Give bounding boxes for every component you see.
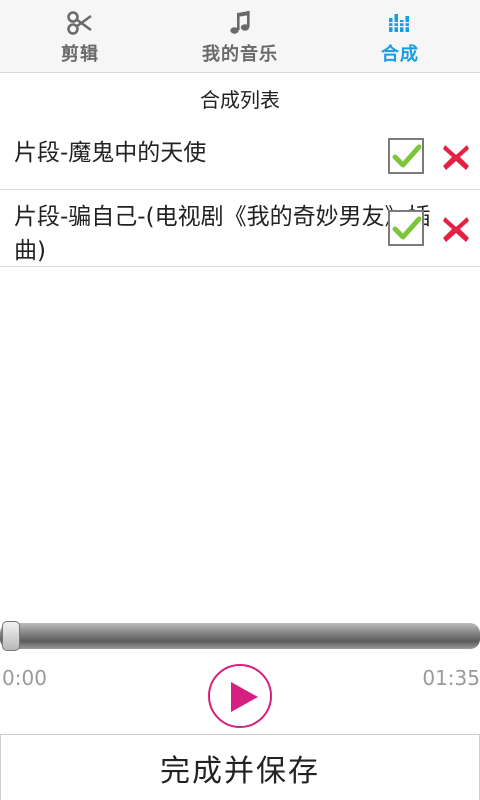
list-title: 合成列表 (200, 88, 280, 112)
top-tab-bar: 剪辑 我的音乐 合成 (0, 0, 480, 73)
compose-list: 片段-魔鬼中的天使 片段-骗自己-(电视剧《我的奇妙男友》插曲) (0, 120, 480, 267)
play-button[interactable] (208, 664, 272, 728)
finish-and-save-button[interactable]: 完成并保存 (0, 734, 480, 800)
check-icon (392, 216, 422, 240)
check-icon (392, 144, 422, 168)
music-note-icon (230, 11, 250, 34)
delete-icon[interactable] (441, 142, 471, 172)
list-item[interactable]: 片段-骗自己-(电视剧《我的奇妙男友》插曲) (0, 190, 480, 267)
current-time: 0:00 (2, 666, 47, 690)
total-time: 01:35 (422, 666, 480, 690)
app-root: 剪辑 我的音乐 合成 合成列表 片段-魔鬼中的天使 片段-骗自己-(电视剧《我的… (0, 0, 480, 800)
tab-my-music-label: 我的音乐 (202, 44, 278, 65)
equalizer-icon (388, 14, 412, 32)
include-checkbox[interactable] (388, 138, 424, 174)
play-icon (231, 682, 258, 712)
include-checkbox[interactable] (388, 210, 424, 246)
progress-slider[interactable] (0, 621, 480, 651)
progress-track (0, 623, 480, 649)
tab-edit-label: 剪辑 (61, 44, 99, 65)
delete-icon[interactable] (441, 214, 471, 244)
tab-compose-label: 合成 (381, 44, 419, 65)
scissors-icon (67, 11, 92, 35)
progress-thumb[interactable] (2, 621, 20, 651)
list-item[interactable]: 片段-魔鬼中的天使 (0, 120, 480, 190)
tab-my-music[interactable]: 我的音乐 (160, 0, 320, 72)
tab-compose[interactable]: 合成 (320, 0, 480, 72)
tab-edit[interactable]: 剪辑 (0, 0, 160, 72)
list-item-name: 片段-魔鬼中的天使 (14, 140, 207, 166)
